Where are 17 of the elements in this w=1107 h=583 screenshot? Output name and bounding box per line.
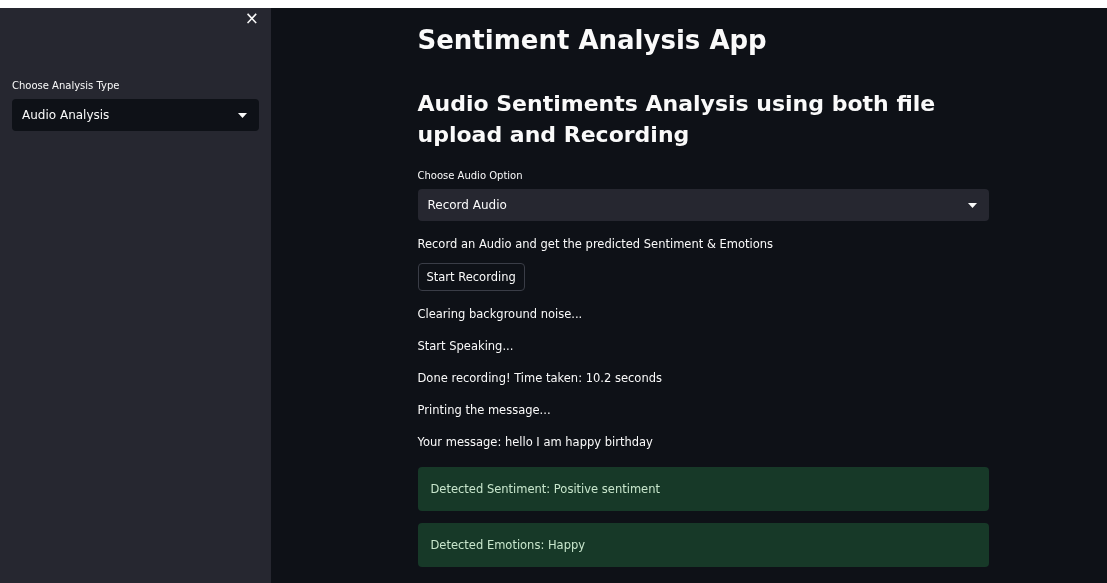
status-text: Printing the message... bbox=[417, 402, 552, 419]
status-text: Your message: hello I am happy birthday bbox=[417, 434, 654, 451]
analysis-type-select[interactable]: Audio Analysis bbox=[12, 99, 259, 131]
status-text: Record an Audio and get the predicted Sentiment & Emotions bbox=[417, 236, 775, 253]
audio-option-select[interactable]: Record Audio bbox=[417, 189, 989, 221]
success-alert: Detected Sentiment: Positive sentiment bbox=[417, 467, 989, 511]
caret-icon bbox=[967, 202, 977, 208]
success-alert: Detected Emotions: Happy bbox=[417, 523, 989, 567]
select-label: Choose Audio Option bbox=[417, 170, 524, 181]
caret-icon bbox=[238, 112, 247, 118]
start-recording-button[interactable]: Start Recording bbox=[417, 263, 525, 291]
subheader: Audio Sentiments Analysis using both file upload and Recording bbox=[417, 90, 937, 149]
select-label: Choose Analysis Type bbox=[12, 80, 121, 91]
status-text: Clearing background noise... bbox=[417, 306, 584, 323]
app-title: Sentiment Analysis App bbox=[417, 24, 768, 57]
status-text: Start Speaking... bbox=[417, 338, 515, 355]
status-text: Done recording! Time taken: 10.2 seconds bbox=[417, 370, 663, 387]
